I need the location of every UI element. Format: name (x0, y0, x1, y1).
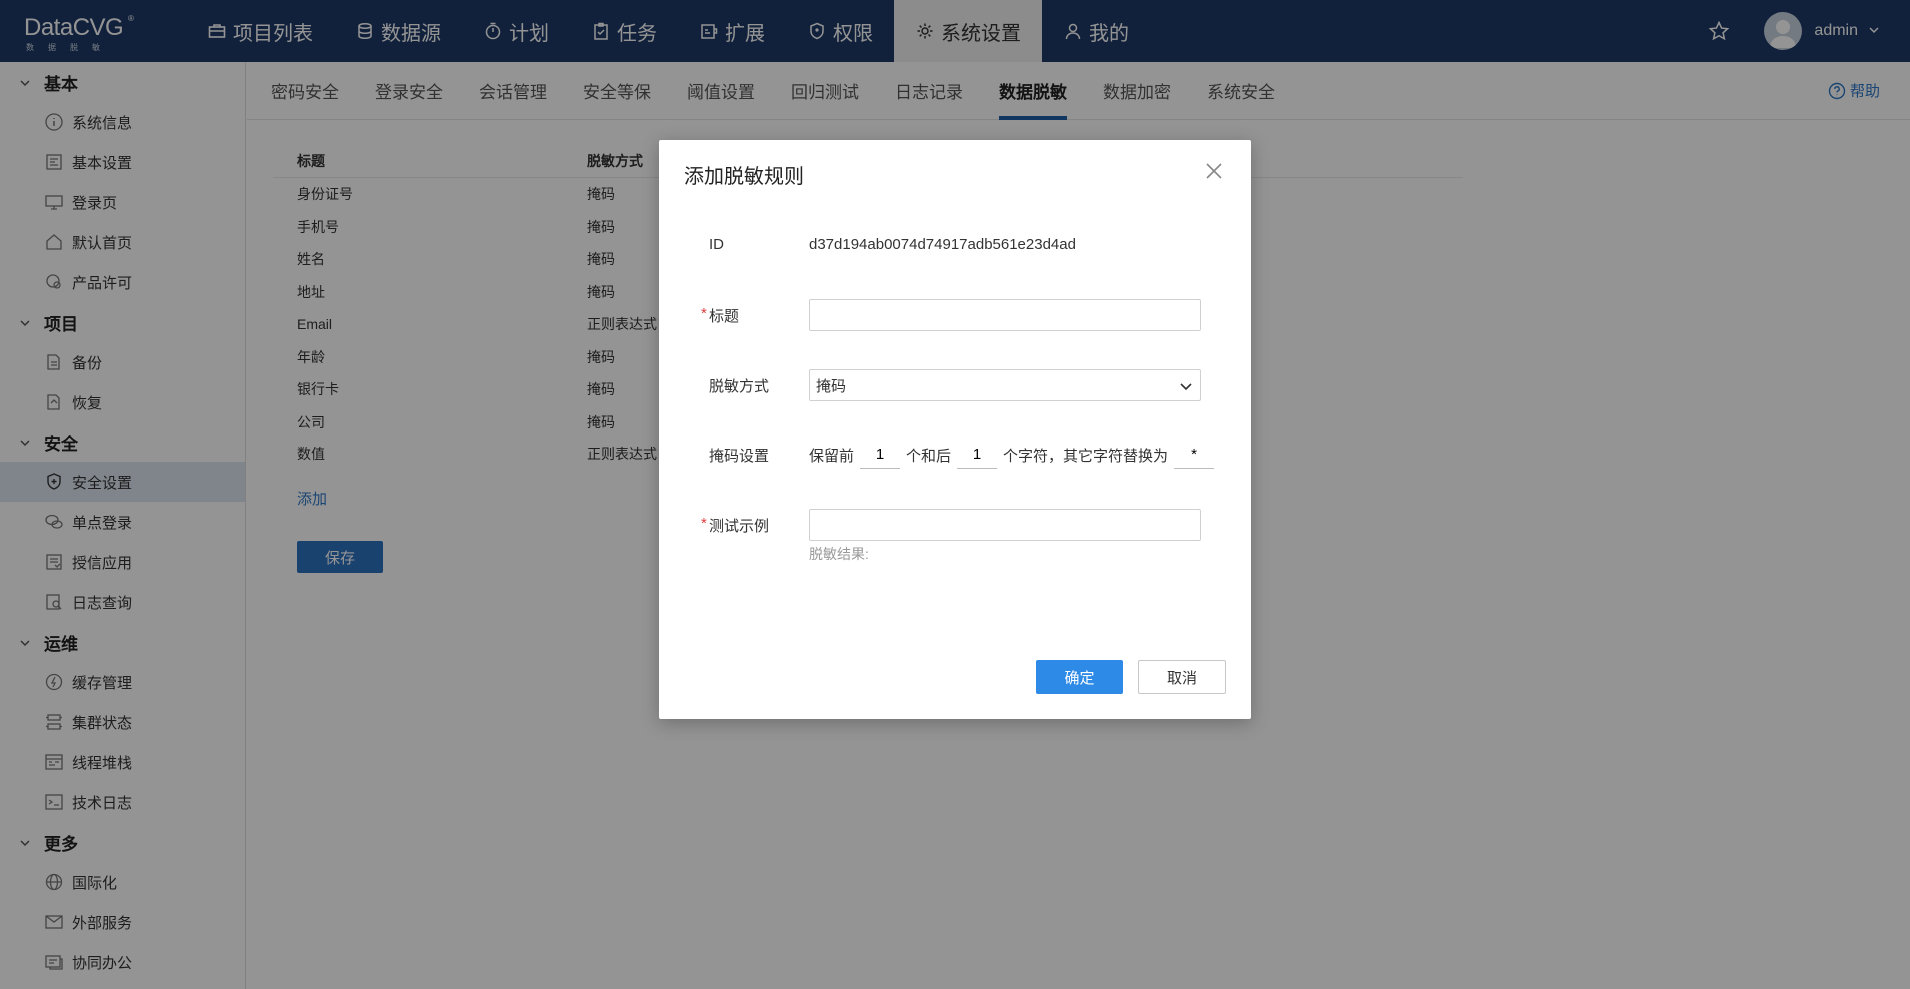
confirm-button[interactable]: 确定 (1036, 660, 1123, 694)
mask-suffix-text: 个字符，其它字符替换为 (1003, 447, 1169, 465)
cancel-button[interactable]: 取消 (1138, 660, 1226, 694)
mask-settings-label: 掩码设置 (709, 447, 770, 465)
form-row-method: 脱敏方式 掩码 (659, 369, 1251, 401)
form-row-test: * 测试示例 (659, 509, 1251, 541)
mask-prefix-text: 保留前 (809, 447, 855, 465)
keep-last-input[interactable] (957, 441, 998, 469)
mask-settings: 保留前 个和后 个字符，其它字符替换为 (809, 441, 1220, 469)
title-label: * 标题 (659, 305, 809, 326)
test-label-text: 测试示例 (709, 517, 770, 535)
form-row-id: ID d37d194ab0074d74917adb561e23d4ad (659, 232, 1251, 256)
form-row-mask-settings: 掩码设置 保留前 个和后 个字符，其它字符替换为 (659, 439, 1251, 471)
form-row-title: * 标题 (659, 299, 1251, 331)
chevron-down-icon (1178, 378, 1194, 394)
mask-middle-text: 个和后 (906, 447, 952, 465)
mask-result-label: 脱敏结果: (809, 546, 869, 562)
dialog-title: 添加脱敏规则 (684, 166, 804, 188)
close-icon[interactable] (1203, 160, 1225, 182)
method-select-value: 掩码 (816, 377, 847, 395)
id-label: ID (709, 235, 724, 253)
mask-char-input[interactable] (1174, 441, 1215, 469)
method-label: 脱敏方式 (709, 377, 770, 395)
test-label: * 测试示例 (659, 515, 809, 536)
id-value: d37d194ab0074d74917adb561e23d4ad (809, 235, 1076, 253)
add-masking-rule-dialog: 添加脱敏规则 ID d37d194ab0074d74917adb561e23d4… (659, 140, 1251, 719)
test-example-input[interactable] (809, 509, 1201, 541)
title-label-text: 标题 (709, 307, 740, 325)
keep-first-input[interactable] (860, 441, 901, 469)
required-mark: * (701, 514, 707, 532)
required-mark: * (701, 304, 707, 322)
method-select[interactable]: 掩码 (809, 369, 1201, 401)
title-input[interactable] (809, 299, 1201, 331)
